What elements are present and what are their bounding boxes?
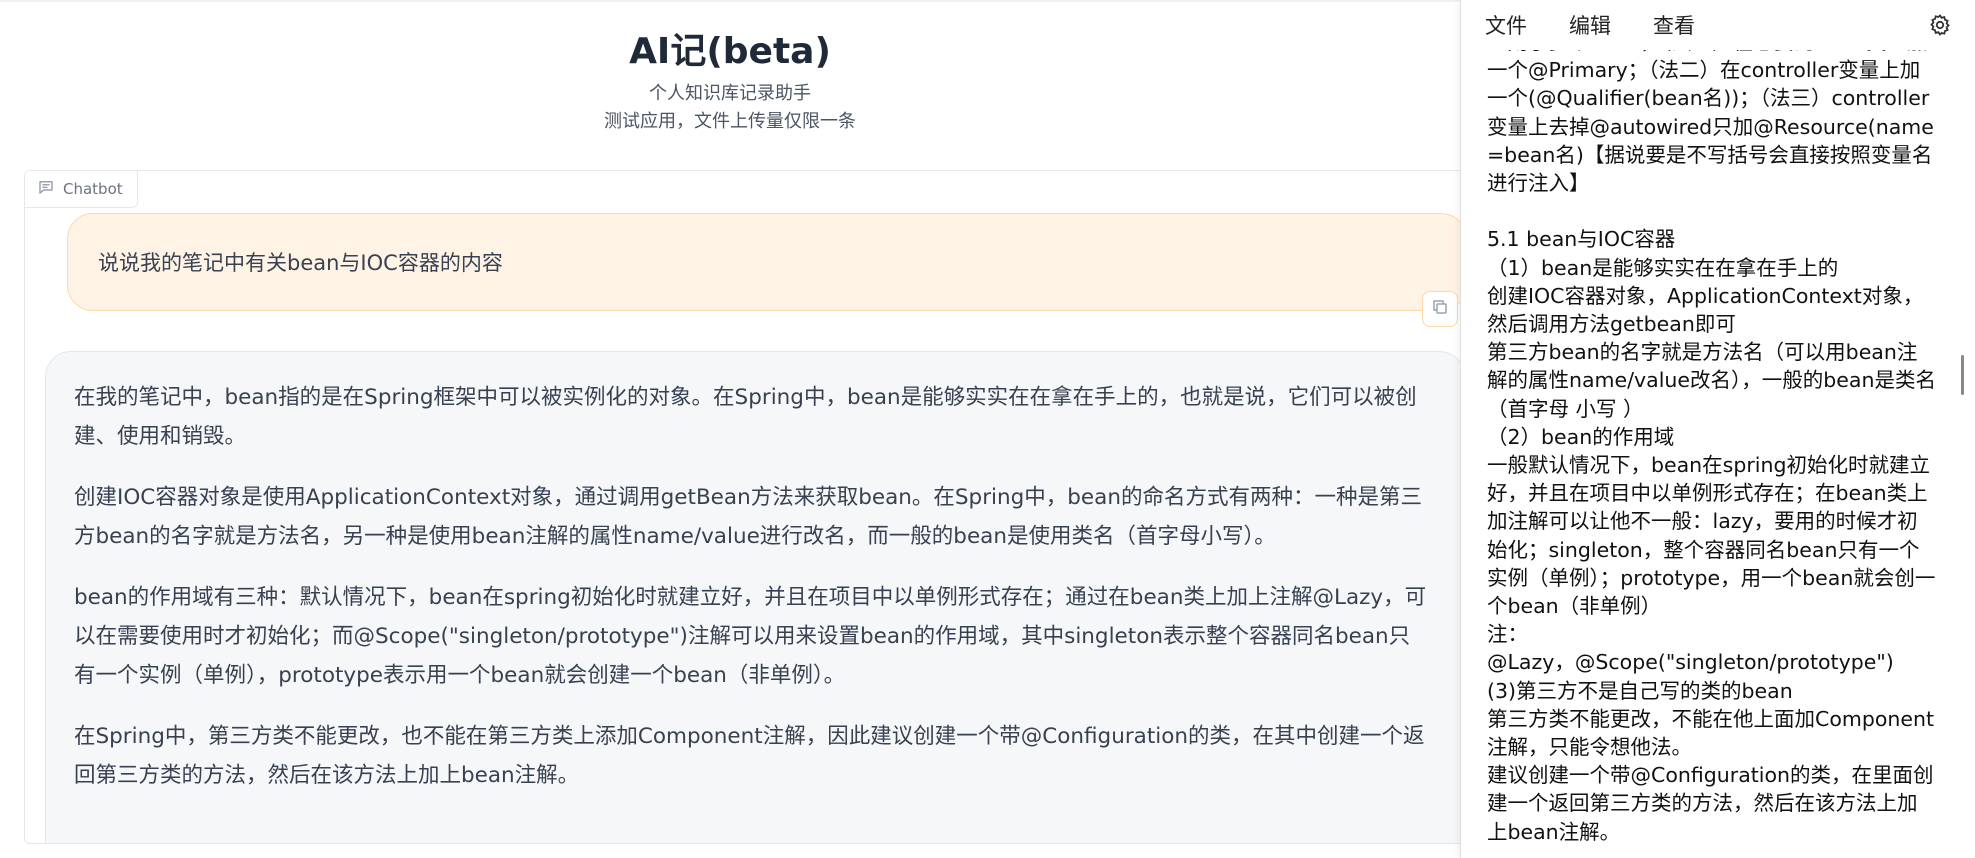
bot-message-paragraph: bean的作用域有三种：默认情况下，bean在spring初始化时就建立好，并且… [74,585,1427,688]
menu-edit[interactable]: 编辑 [1569,10,1611,40]
user-message: 说说我的笔记中有关bean与IOC容器的内容 [67,213,1465,311]
copy-button[interactable] [1422,291,1458,327]
bot-message-paragraph: 在Spring中，第三方类不能更改，也不能在第三方类上添加Component注解… [74,724,1425,788]
chat-bubble-icon [37,178,55,200]
chatbot-label-text: Chatbot [63,180,123,198]
copy-icon [1431,298,1449,320]
note-text-area[interactable]: 上则了多个bean，（法一）在想要的bean类上加一个@Primary；（法二）… [1461,50,1975,858]
chatbot-panel: Chatbot 说说我的笔记中有关bean与IOC容器的内容 在我的笔记中，be… [24,170,1466,844]
gear-icon[interactable] [1928,13,1952,37]
scrollbar-thumb[interactable] [1961,355,1964,395]
app-header: AI记(beta) 个人知识库记录助手 测试应用，文件上传量仅限一条 [0,24,1460,136]
note-content[interactable]: 上则了多个bean，（法一）在想要的bean类上加一个@Primary；（法二）… [1461,50,1966,846]
menu-view[interactable]: 查看 [1653,10,1695,40]
top-divider [0,0,1460,2]
menu-file[interactable]: 文件 [1485,10,1527,40]
bot-message-paragraph: 在我的笔记中，bean指的是在Spring框架中可以被实例化的对象。在Sprin… [74,385,1417,449]
menu-bar: 文件 编辑 查看 [1461,0,1975,50]
page-title: AI记(beta) [629,31,831,72]
page-subtitle-line-2: 测试应用，文件上传量仅限一条 [604,111,856,132]
bot-message: 在我的笔记中，bean指的是在Spring框架中可以被实例化的对象。在Sprin… [45,351,1465,843]
notes-side-panel: 文件 编辑 查看 上则了多个bean，（法一）在想要的bean类上加一个@Pri… [1460,0,1975,858]
user-message-text: 说说我的笔记中有关bean与IOC容器的内容 [98,251,503,275]
page-subtitle-line-1: 个人知识库记录助手 [649,83,811,104]
bot-message-paragraph: 创建IOC容器对象是使用ApplicationContext对象，通过调用get… [74,485,1422,549]
chatbot-label: Chatbot [25,171,138,208]
